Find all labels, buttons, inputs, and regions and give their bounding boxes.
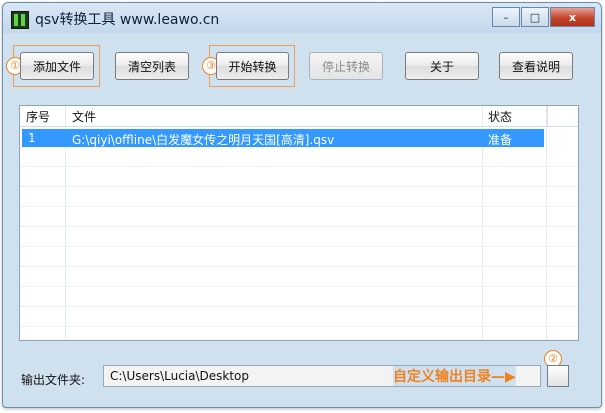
toolbar: ① 添加文件 清空列表 ③ 开始转换 停止转换 关于 查看说明 xyxy=(3,33,601,101)
browse-folder-button[interactable] xyxy=(547,365,569,387)
file-list[interactable]: 序号 文件 状态 1 G:\qiyi\offline\白发魔女传之明月天国[高清… xyxy=(19,105,579,341)
custom-output-annotation: 自定义输出目录—▶ xyxy=(393,366,516,386)
stop-convert-button[interactable]: 停止转换 xyxy=(309,52,383,80)
column-header-file[interactable]: 文件 xyxy=(72,108,96,125)
grid-line xyxy=(20,166,578,167)
header-filler xyxy=(547,106,578,126)
window-title: qsv转换工具 www.leawo.cn xyxy=(35,12,220,28)
app-logo-icon xyxy=(11,11,29,29)
close-icon: x xyxy=(568,10,577,24)
window-controls: – □ x xyxy=(491,7,595,27)
grid-line xyxy=(20,306,578,307)
grid-line xyxy=(20,326,578,327)
start-convert-button[interactable]: 开始转换 xyxy=(216,52,289,80)
add-file-button[interactable]: 添加文件 xyxy=(20,52,94,80)
minimize-button[interactable]: – xyxy=(492,7,520,27)
grid-line xyxy=(20,246,578,247)
maximize-button[interactable]: □ xyxy=(521,7,549,27)
column-header-index[interactable]: 序号 xyxy=(26,108,50,125)
close-button[interactable]: x xyxy=(550,7,595,27)
table-row[interactable]: 1 G:\qiyi\offline\白发魔女传之明月天国[高清].qsv 准备 xyxy=(22,129,544,147)
grid-line xyxy=(20,186,578,187)
row-status: 准备 xyxy=(488,133,513,147)
list-header: 序号 文件 状态 xyxy=(20,106,578,127)
help-button[interactable]: 查看说明 xyxy=(499,52,573,80)
title-bar[interactable]: qsv转换工具 www.leawo.cn – □ x xyxy=(3,3,601,33)
clear-list-button[interactable]: 清空列表 xyxy=(115,52,189,80)
output-folder-label: 输出文件夹: xyxy=(21,373,86,387)
row-index: 1 xyxy=(28,131,36,145)
about-button[interactable]: 关于 xyxy=(405,52,479,80)
row-file: G:\qiyi\offline\白发魔女传之明月天国[高清].qsv xyxy=(72,133,335,147)
minimize-icon: – xyxy=(503,10,509,24)
grid-line xyxy=(20,286,578,287)
maximize-icon: □ xyxy=(529,10,541,24)
grid-line xyxy=(20,266,578,267)
main-window: qsv转换工具 www.leawo.cn – □ x ① 添加文件 清空列表 ③… xyxy=(2,2,602,408)
grid-line xyxy=(20,226,578,227)
column-header-status[interactable]: 状态 xyxy=(488,108,512,125)
grid-line xyxy=(20,206,578,207)
